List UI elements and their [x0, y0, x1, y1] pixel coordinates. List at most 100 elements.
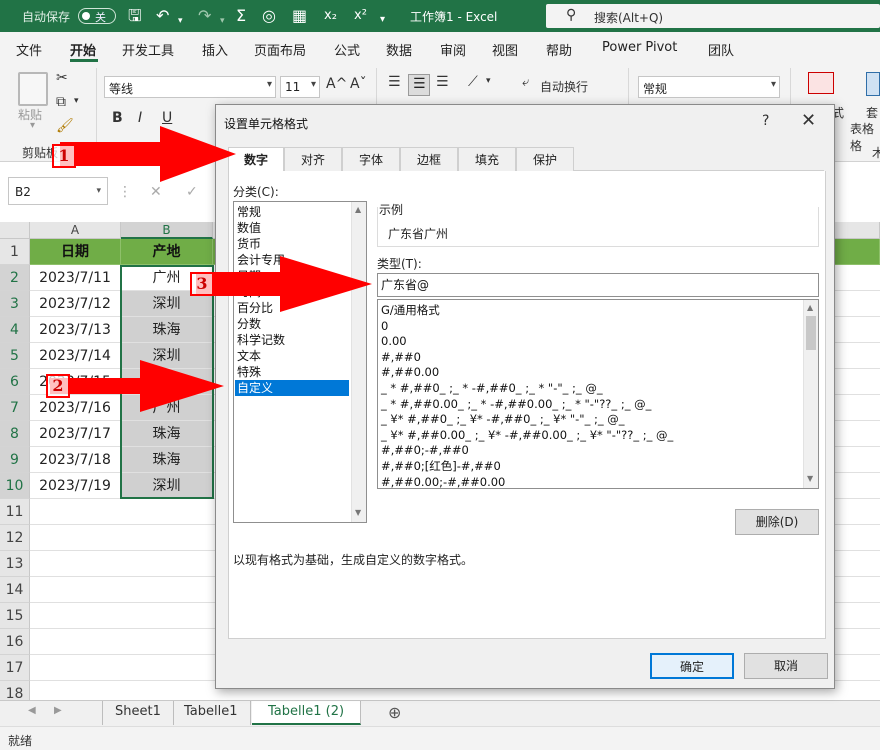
scroll-right-icon[interactable]: ▶: [54, 705, 62, 716]
date-cell[interactable]: 2023/7/19: [30, 473, 121, 499]
wrap-text-icon[interactable]: ⤶: [522, 75, 529, 90]
sum-icon[interactable]: Σ: [236, 7, 246, 25]
tab-alignment[interactable]: 对齐: [284, 147, 342, 171]
align-middle-icon[interactable]: ☰: [408, 74, 430, 96]
format-item[interactable]: #,##0: [381, 349, 421, 365]
ok-button[interactable]: 确定: [650, 653, 734, 679]
category-item[interactable]: 文本: [237, 348, 261, 364]
column-header-b[interactable]: B: [121, 222, 213, 239]
scroll-down-icon[interactable]: ▼: [355, 508, 361, 517]
category-item[interactable]: 分数: [237, 316, 261, 332]
cut-icon[interactable]: ✂: [56, 70, 68, 86]
tab-border[interactable]: 边框: [400, 147, 458, 171]
tab-number[interactable]: 数字: [228, 147, 284, 172]
row-header[interactable]: 16: [0, 629, 30, 655]
sheet-tab-tabelle1-2[interactable]: Tabelle1 (2): [252, 701, 362, 725]
format-item[interactable]: #,##0;-#,##0: [381, 442, 469, 458]
orientation-icon[interactable]: ⟋: [468, 74, 478, 90]
tab-protection[interactable]: 保护: [516, 147, 574, 171]
copy-icon[interactable]: ⧉: [56, 94, 66, 110]
undo-icon[interactable]: ↶: [156, 7, 169, 25]
category-item[interactable]: 特殊: [237, 364, 261, 380]
italic-button[interactable]: I: [138, 110, 142, 126]
row-header[interactable]: 5: [0, 343, 30, 369]
date-cell[interactable]: 2023/7/13: [30, 317, 121, 343]
name-box[interactable]: B2 ▾: [8, 177, 108, 205]
orientation-dropdown-icon[interactable]: ▾: [486, 76, 491, 86]
add-sheet-icon[interactable]: ⊕: [388, 703, 401, 722]
underline-button[interactable]: U: [162, 110, 172, 126]
format-item[interactable]: _ * #,##0.00_ ;_ * -#,##0.00_ ;_ * "-"??…: [381, 396, 651, 412]
origin-cell[interactable]: 广州: [121, 395, 213, 421]
column-header-a[interactable]: A: [30, 222, 121, 239]
table-icon[interactable]: ▦: [292, 7, 307, 25]
format-item[interactable]: #,##0.00;-#,##0.00: [381, 474, 505, 490]
origin-cell[interactable]: 深圳: [121, 343, 213, 369]
format-item[interactable]: G/通用格式: [381, 302, 440, 318]
format-as-table-icon[interactable]: [866, 72, 880, 96]
category-item[interactable]: 科学记数: [237, 332, 285, 348]
close-icon[interactable]: ✕: [801, 110, 816, 131]
date-cell[interactable]: 2023/7/12: [30, 291, 121, 317]
format-list[interactable]: G/通用格式 0 0.00 #,##0 #,##0.00 _ * #,##0_ ;_ * …: [377, 299, 819, 489]
category-item[interactable]: 常规: [237, 204, 261, 220]
tab-page-layout[interactable]: 页面布局: [254, 40, 306, 59]
sheet-tab-sheet1[interactable]: Sheet1: [102, 701, 174, 725]
subscript-icon[interactable]: x₂: [324, 7, 337, 25]
tab-help[interactable]: 帮助: [546, 40, 572, 59]
font-name-select[interactable]: 等线 ▾: [104, 76, 276, 98]
align-top-icon[interactable]: ☰: [388, 74, 401, 90]
origin-cell[interactable]: 深圳: [121, 473, 213, 499]
row-header[interactable]: 4: [0, 317, 30, 343]
category-scrollbar[interactable]: ▲ ▼: [351, 202, 366, 522]
format-item[interactable]: 0.00: [381, 333, 407, 349]
tab-data[interactable]: 数据: [386, 40, 412, 59]
sheet-tab-tabelle1[interactable]: Tabelle1: [172, 701, 251, 725]
scroll-down-icon[interactable]: ▼: [807, 474, 813, 483]
row-header[interactable]: 11: [0, 499, 30, 525]
tab-formulas[interactable]: 公式: [334, 40, 360, 59]
category-item[interactable]: 自定义: [235, 380, 349, 396]
help-button[interactable]: ?: [762, 113, 769, 129]
scroll-up-icon[interactable]: ▲: [355, 205, 361, 214]
format-item[interactable]: _ * #,##0_ ;_ * -#,##0_ ;_ * "-"_ ;_ @_: [381, 380, 603, 396]
search-box[interactable]: ⚲ 搜索(Alt+Q): [546, 4, 880, 28]
row-header[interactable]: 2: [0, 265, 30, 291]
origin-cell[interactable]: 珠海: [121, 317, 213, 343]
tab-team[interactable]: 团队: [708, 40, 734, 59]
date-cell[interactable]: 2023/7/15: [30, 369, 121, 395]
grow-font-icon[interactable]: A^: [326, 76, 347, 92]
paste-dropdown-icon[interactable]: ▾: [30, 120, 35, 131]
paste-icon[interactable]: [18, 72, 48, 106]
row-header[interactable]: 9: [0, 447, 30, 473]
row-header[interactable]: 8: [0, 421, 30, 447]
format-painter-icon[interactable]: 🖌: [56, 118, 74, 134]
origin-cell[interactable]: 珠海: [121, 421, 213, 447]
header-cell[interactable]: 日期: [30, 239, 121, 265]
tab-file[interactable]: 文件: [16, 40, 42, 59]
format-item[interactable]: #,##0.00: [381, 364, 439, 380]
type-input[interactable]: 广东省@: [377, 273, 819, 297]
row-header[interactable]: 15: [0, 603, 30, 629]
row-header[interactable]: 13: [0, 551, 30, 577]
row-header[interactable]: 6: [0, 369, 30, 395]
tab-insert[interactable]: 插入: [202, 40, 228, 59]
save-icon[interactable]: 🖫: [128, 7, 142, 25]
customize-toolbar-icon[interactable]: ▾: [380, 11, 385, 29]
category-item[interactable]: 日期: [237, 268, 261, 284]
format-list-scrollbar[interactable]: ▲ ▼: [803, 300, 818, 488]
tab-font[interactable]: 字体: [342, 147, 400, 171]
format-item[interactable]: #,##0;[红色]-#,##0: [381, 458, 501, 474]
scroll-left-icon[interactable]: ◀: [28, 705, 36, 716]
cancel-button[interactable]: 取消: [744, 653, 828, 679]
category-item[interactable]: 货币: [237, 236, 261, 252]
conditional-format-icon[interactable]: [808, 72, 834, 94]
shrink-font-icon[interactable]: Aˇ: [350, 76, 367, 92]
camera-icon[interactable]: ◎: [262, 7, 276, 25]
origin-cell[interactable]: 深圳: [121, 369, 213, 395]
tab-view[interactable]: 视图: [492, 40, 518, 59]
font-size-select[interactable]: 11 ▾: [280, 76, 320, 98]
format-item[interactable]: _ ¥* #,##0_ ;_ ¥* -#,##0_ ;_ ¥* "-"_ ;_ …: [381, 411, 625, 427]
confirm-entry-icon[interactable]: ✓: [186, 184, 198, 200]
select-all-corner[interactable]: [0, 222, 30, 239]
